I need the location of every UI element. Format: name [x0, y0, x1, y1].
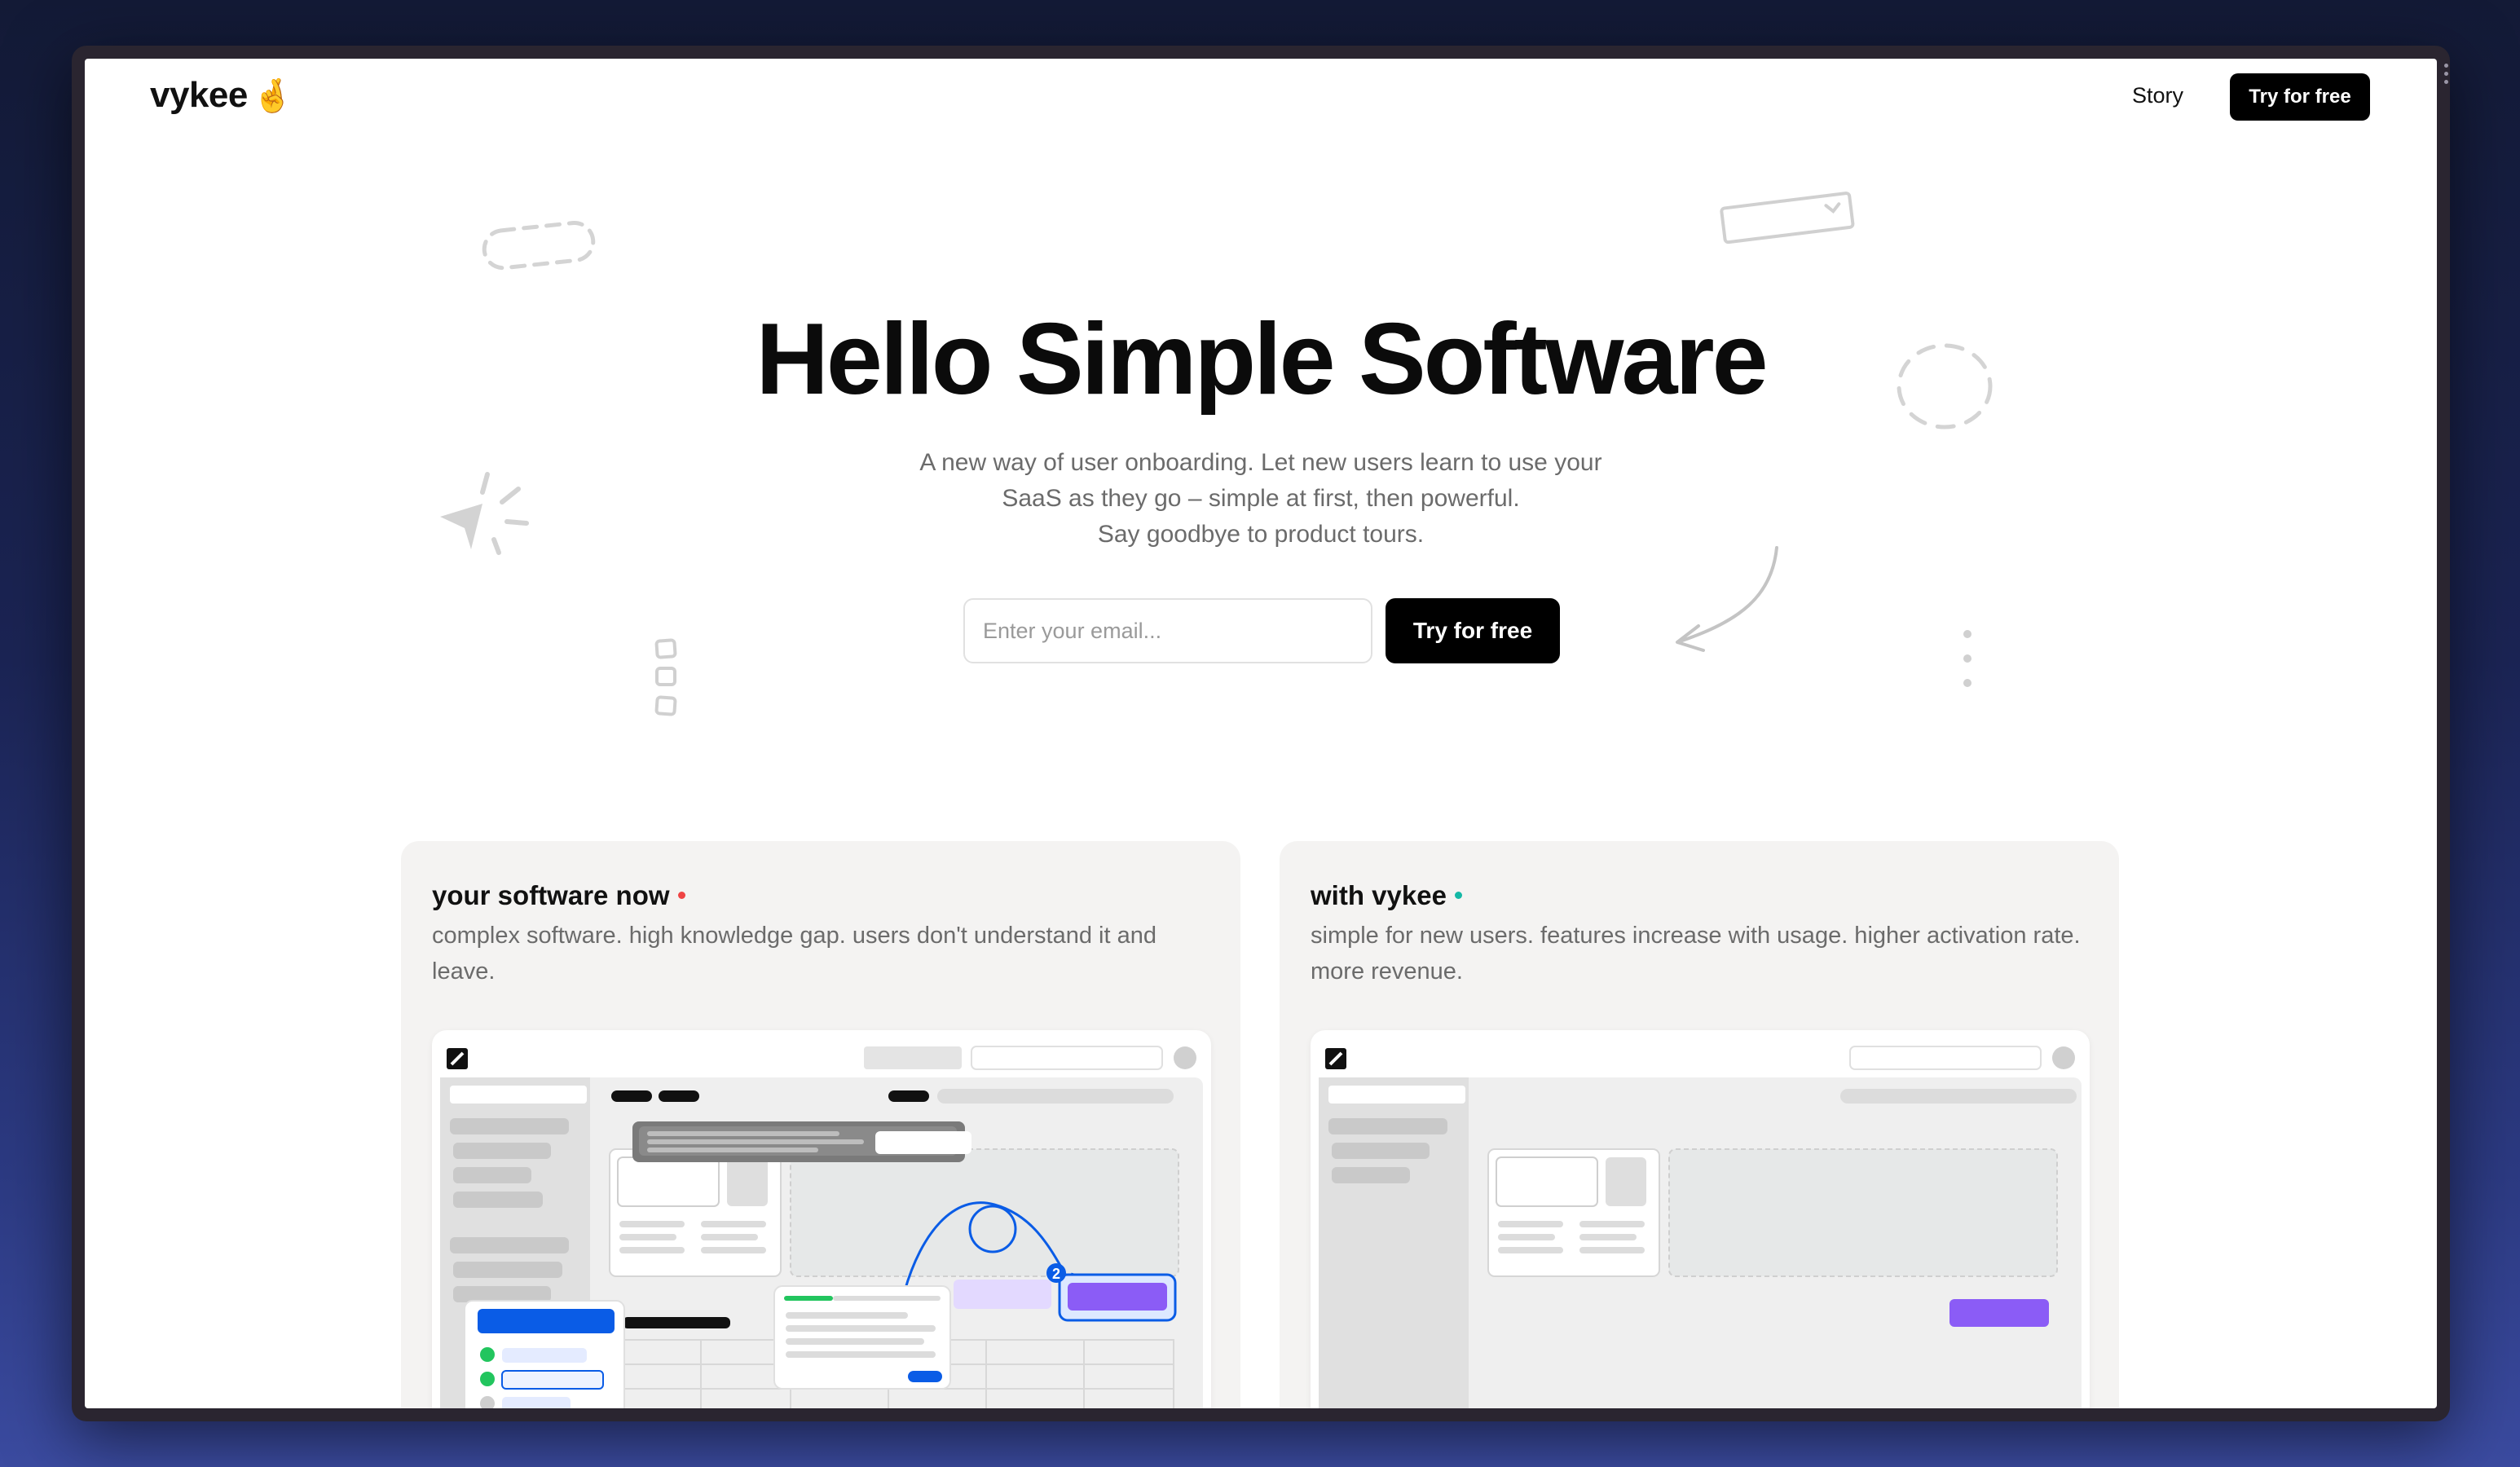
logo[interactable]: vykee 🤞 [150, 75, 293, 116]
step-badge-text: 2 [1052, 1266, 1060, 1282]
checkbox-list-doodle-icon [654, 638, 677, 716]
cursor-click-doodle-icon [440, 472, 529, 555]
nav-try-for-free-button[interactable]: Try for free [2230, 73, 2370, 121]
crossed-fingers-icon: 🤞 [252, 78, 293, 114]
email-input[interactable] [963, 598, 1372, 663]
hero-subtitle-line: A new way of user onboarding. Let new us… [919, 449, 1602, 476]
app-logo-icon [1325, 1048, 1346, 1069]
card-with-vykee: with vykee simple for new users. feature… [1280, 841, 2119, 1408]
vertical-dots-doodle-icon [1963, 630, 1972, 687]
hero-subtitle: A new way of user onboarding. Let new us… [883, 445, 1638, 553]
card-title: your software now [432, 880, 685, 911]
card-title-text: your software now [432, 880, 670, 910]
red-status-dot-icon [677, 891, 685, 899]
dashed-pill-doodle-icon [482, 221, 596, 271]
hero-subtitle-line: SaaS as they go – simple at first, then … [1002, 485, 1520, 512]
complex-app-mockup: 2 [432, 1030, 1211, 1408]
complex-app-illustration: 2 [440, 1046, 1203, 1408]
simple-app-mockup [1311, 1030, 2090, 1408]
hero-try-for-free-button[interactable]: Try for free [1386, 598, 1560, 663]
card-your-software-now: your software now complex software. high… [401, 841, 1240, 1408]
teal-status-dot-icon [1454, 891, 1462, 899]
card-title-text: with vykee [1311, 880, 1447, 910]
hero-subtitle-line: Say goodbye to product tours. [1097, 521, 1425, 548]
logo-text: vykee [150, 75, 248, 115]
app-logo-icon [447, 1048, 468, 1069]
page-viewport: vykee 🤞 Story Try for free Hello Simple S… [85, 59, 2437, 1408]
curved-arrow-doodle-icon [1676, 546, 1778, 652]
dropdown-box-doodle-icon [1720, 192, 1855, 244]
card-description: complex software. high knowledge gap. us… [432, 923, 1156, 985]
card-title: with vykee [1311, 880, 1462, 911]
hero-title: Hello Simple Software [756, 303, 1768, 416]
card-description: simple for new users. features increase … [1311, 923, 2081, 985]
window-resize-grip[interactable] [2442, 64, 2450, 84]
nav-story-link[interactable]: Story [2132, 83, 2183, 108]
simple-app-illustration [1319, 1046, 2082, 1408]
